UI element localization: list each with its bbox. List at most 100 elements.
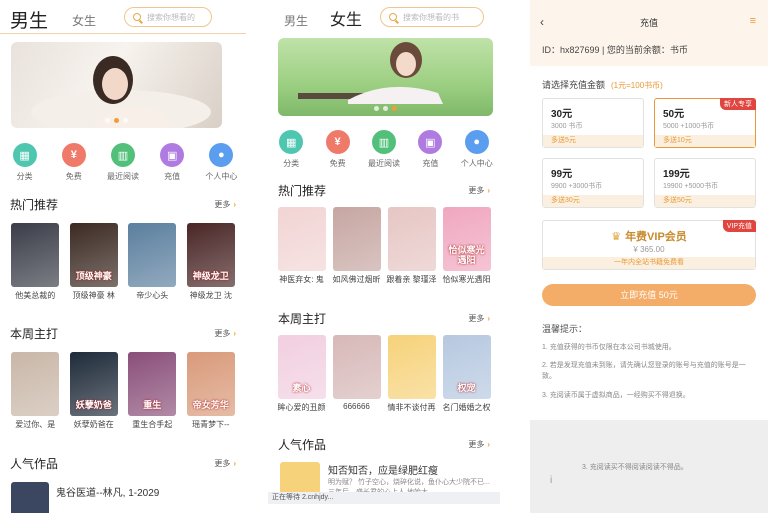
- amount-option[interactable]: 99元 9900 +3000书币 多送30元: [542, 158, 644, 208]
- option-gift: 多送30元: [543, 195, 643, 207]
- book-title: 恰似寒光遇阳: [442, 275, 491, 284]
- nav-item-2[interactable]: ▥ 最近阅读: [362, 130, 406, 169]
- cover-text: 权宠: [457, 383, 476, 393]
- nav-item-3[interactable]: ▣ 充值: [408, 130, 452, 169]
- navbar: ‹ 充值 ≡: [530, 0, 768, 40]
- recharge-panel: ‹ 充值 ≡ ID：hx827699 | 您的当前余额：书币 请选择充值金额 (1…: [530, 0, 768, 513]
- book-item[interactable]: 神医弃女: 鬼: [277, 207, 327, 285]
- book-title: 如风佛过烟昕: [332, 275, 381, 284]
- nav-label: 充值: [164, 172, 181, 181]
- book-item[interactable]: 重生 重生合手起: [127, 352, 177, 430]
- tab-male[interactable]: 男生: [10, 6, 48, 33]
- books-icon: ▥: [110, 143, 135, 167]
- header: 男生 女生 搜索你想看的: [0, 0, 246, 34]
- book-cover: 权宠: [442, 335, 491, 399]
- more-link[interactable]: 更多 ›: [214, 328, 236, 339]
- lock-icon: ▣: [160, 143, 185, 167]
- search-placeholder: 搜索你想看的书: [403, 12, 459, 22]
- nav-label: 个人中心: [460, 159, 493, 168]
- male-home-panel: 男生 女生 搜索你想看的 ▦ 分类 ¥ 免费 ▥ 最近阅读 ▣ 充值 ● 个人中心 热门推荐 更多…: [0, 0, 246, 513]
- pay-button[interactable]: 立即充值 50元: [542, 284, 756, 306]
- header: 男生 女生 搜索你想看的书: [268, 0, 500, 34]
- book-title: 神级龙卫 沈: [189, 291, 232, 300]
- book-title: 帝少心头: [136, 291, 169, 300]
- nav-item-0[interactable]: ▦ 分类: [269, 130, 313, 169]
- chevron-right-icon: ›: [487, 440, 490, 449]
- banner-carousel[interactable]: [11, 42, 222, 128]
- popular-book-title[interactable]: 鬼谷医道--林凡, 1-2029: [56, 484, 159, 499]
- book-item[interactable]: 帝少心头: [127, 223, 177, 301]
- section-title: 本周主打: [10, 327, 59, 341]
- popular-book-cover[interactable]: [11, 482, 49, 513]
- book-item[interactable]: 666666: [332, 335, 382, 413]
- book-item[interactable]: 跟着亲 黎瑾泽: [386, 207, 437, 285]
- nav-item-1[interactable]: ¥ 免费: [316, 130, 360, 169]
- account-info: ID：hx827699 | 您的当前余额：书币: [542, 45, 688, 55]
- more-link[interactable]: 更多 ›: [468, 313, 490, 324]
- book-item[interactable]: 爱过你、是: [10, 352, 60, 430]
- quick-nav: ▦ 分类 ¥ 免费 ▥ 最近阅读 ▣ 充值 ● 个人中心: [0, 143, 246, 182]
- more-link[interactable]: 更多 ›: [468, 185, 490, 196]
- search-placeholder: 搜索你想看的: [147, 12, 195, 22]
- book-item[interactable]: 神级龙卫神级龙卫 沈: [186, 223, 236, 301]
- nav-label: 个人中心: [205, 172, 238, 181]
- amount-option[interactable]: 30元 3000 书币 多送5元: [542, 98, 644, 148]
- option-coins: 3000 书币: [551, 123, 583, 130]
- option-price: 199元: [663, 169, 690, 180]
- more-link[interactable]: 更多 ›: [214, 199, 236, 210]
- search-input[interactable]: 搜索你想看的: [124, 7, 212, 27]
- vip-option[interactable]: ♛ 年费VIP会员 ¥ 365.00 一年内全站书籍免费看 VIP充值: [542, 220, 756, 270]
- chevron-right-icon: ›: [487, 186, 490, 195]
- week-book-list: 素心 眸心爱的丑颜 666666 情非不谈付再权宠名门婚婚之权: [268, 335, 500, 413]
- vip-price: ¥ 365.00: [633, 245, 665, 254]
- book-item[interactable]: 情非不谈付再: [387, 335, 437, 413]
- book-title: 爱过你、是: [15, 420, 56, 429]
- nav-item-2[interactable]: ▥ 最近阅读: [101, 143, 145, 182]
- nav-item-4[interactable]: ● 个人中心: [455, 130, 499, 169]
- popular-section-header: 人气作品 更多 ›: [10, 455, 236, 471]
- nav-item-1[interactable]: ¥ 免费: [52, 143, 96, 182]
- week-section-header: 本周主打 更多 ›: [10, 325, 236, 341]
- search-input[interactable]: 搜索你想看的书: [380, 7, 484, 27]
- nav-item-0[interactable]: ▦ 分类: [3, 143, 47, 182]
- book-item[interactable]: 他美总裁的: [10, 223, 60, 301]
- nav-label: 充值: [422, 159, 439, 168]
- book-item[interactable]: 如风佛过烟昕: [332, 207, 382, 285]
- pick-amount-label: 请选择充值金额 (1元=100书币): [542, 80, 663, 90]
- nav-label: 分类: [283, 159, 300, 168]
- nav-item-3[interactable]: ▣ 充值: [150, 143, 194, 182]
- more-link[interactable]: 更多 ›: [214, 458, 236, 469]
- tab-female[interactable]: 女生: [330, 6, 362, 30]
- book-item[interactable]: 帝女芳华 瑶青梦下--: [186, 352, 236, 430]
- hot-book-list: 神医弃女: 鬼如风佛过烟昕 跟着亲 黎瑾泽 恰似寒光遇阳 恰似寒光遇阳: [268, 207, 500, 285]
- tab-male[interactable]: 男生: [284, 12, 308, 29]
- popular-book-title[interactable]: 知否知否，应是绿肥红瘦: [328, 462, 438, 477]
- book-cover: [387, 207, 436, 271]
- section-title: 人气作品: [10, 457, 59, 471]
- section-title: 热门推荐: [278, 184, 327, 198]
- book-cover: [128, 223, 177, 287]
- banner-carousel[interactable]: [278, 38, 493, 116]
- book-title: 神医弃女: 鬼: [279, 275, 324, 284]
- book-cover: 重生: [128, 352, 177, 416]
- tip-item: 1. 充值获得的书币仅限在本公司书城使用。: [542, 344, 676, 351]
- book-title: 名门婚婚之权: [442, 403, 491, 412]
- tab-female[interactable]: 女生: [72, 12, 96, 29]
- amount-option[interactable]: 199元 19900 +5000书币 多送50元: [654, 158, 756, 208]
- menu-icon[interactable]: ≡: [750, 15, 756, 27]
- book-cover: 神级龙卫: [186, 223, 235, 287]
- book-item[interactable]: 顶级神豪 顶级神豪 林: [69, 223, 119, 301]
- book-item[interactable]: 权宠 名门婚婚之权: [442, 335, 492, 413]
- book-item[interactable]: 恰似寒光遇阳 恰似寒光遇阳: [442, 207, 492, 285]
- nav-item-4[interactable]: ● 个人中心: [199, 143, 243, 182]
- vip-title: 年费VIP会员: [625, 231, 687, 243]
- option-gift: 多送5元: [543, 135, 643, 147]
- book-item[interactable]: 妖孽奶爸 妖孽奶爸在: [69, 352, 119, 430]
- cover-text: 妖孽奶爸: [75, 400, 112, 410]
- nav-label: 分类: [16, 172, 33, 181]
- female-home-panel: 男生 女生 搜索你想看的书 ▦ 分类 ¥ 免费 ▥ 最近阅读 ▣ 充值 ● 个人中心 热门推荐 更…: [268, 0, 500, 513]
- more-link[interactable]: 更多 ›: [468, 439, 490, 450]
- book-item[interactable]: 素心 眸心爱的丑颜: [277, 335, 327, 413]
- amount-option[interactable]: 50元 5000 +1000书币 多送10元 新人专享: [654, 98, 756, 148]
- book-cover: 恰似寒光遇阳: [442, 207, 491, 271]
